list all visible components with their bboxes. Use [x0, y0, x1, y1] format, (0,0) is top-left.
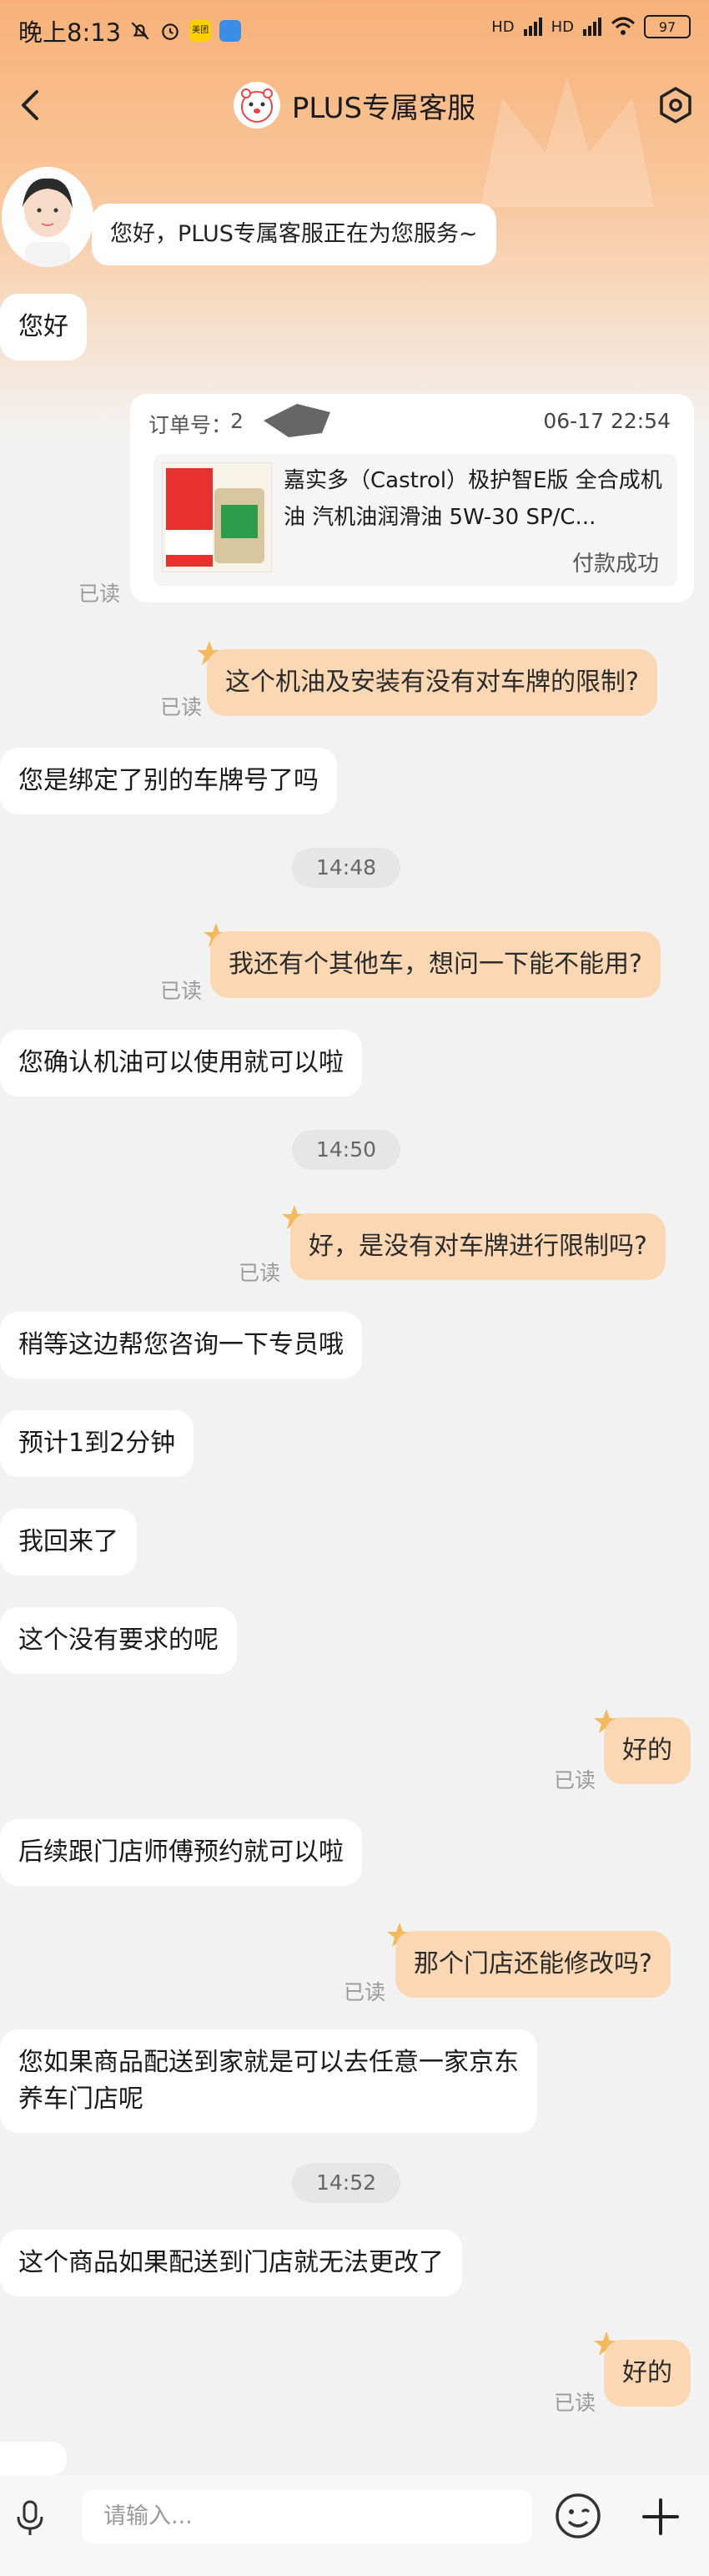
wifi-icon [611, 17, 636, 35]
read-receipt: 已读 [160, 979, 203, 1003]
message-left: 您好 [0, 294, 87, 360]
signal-2-label: HD [551, 18, 574, 36]
settings-icon[interactable] [654, 83, 697, 127]
signal-2-icon [583, 18, 601, 36]
message-left: 这个商品如果配送到门店就无法更改了 [0, 2230, 462, 2296]
read-receipt: 已读 [554, 2391, 596, 2415]
order-card[interactable]: 订单号： 2 06-17 22:54 嘉实多（Castrol）极护智E版 全合成… [130, 394, 694, 602]
message-line: 养车门店呢 [18, 2084, 143, 2114]
status-right: HD HD 97 [491, 15, 691, 38]
emoji-icon[interactable] [554, 2492, 602, 2540]
redaction-icon [264, 404, 330, 437]
message-line: 您如果商品配送到家就是可以去任意一家京东 [18, 2048, 519, 2077]
message-right: 好，是没有对车牌进行限制吗? [290, 1213, 666, 1280]
status-time: 晚上8:13 [18, 18, 122, 47]
signal-1-icon [523, 18, 542, 36]
status-bar: 晚上8:13 美团 HD HD 97 [0, 0, 709, 58]
timestamp: 14:52 [292, 2163, 400, 2203]
greeting-bubble: 您好，PLUS专属客服正在为您服务~ [92, 204, 496, 265]
timestamp: 14:50 [292, 1130, 400, 1170]
message-left: 您如果商品配送到家就是可以去任意一家京东 养车门店呢 [0, 2029, 537, 2133]
message-left: 后续跟门店师傅预约就可以啦 [0, 1819, 362, 1886]
message-left: 稍等这边帮您咨询一下专员哦 [0, 1312, 362, 1379]
input-bar: 请输入... [0, 2475, 709, 2576]
partial-message [0, 2442, 67, 2475]
battery-icon: 97 [644, 15, 691, 38]
message-left: 您是绑定了别的车牌号了吗 [0, 748, 337, 814]
order-date: 06-17 22:54 [543, 409, 671, 433]
message-right: 好的 [604, 2340, 691, 2407]
notification-off-icon [131, 22, 149, 40]
app-badge-icon [219, 20, 242, 42]
message-input[interactable]: 请输入... [82, 2490, 532, 2543]
product-name: 嘉实多（Castrol）极护智E版 全合成机油 汽机油润滑油 5W-30 SP/… [284, 468, 662, 530]
message-left: 这个没有要求的呢 [0, 1607, 237, 1674]
message-left: 预计1到2分钟 [0, 1410, 194, 1477]
service-mascot-icon [233, 82, 280, 129]
read-receipt: 已读 [344, 1980, 386, 2004]
order-number: 2 [230, 409, 244, 433]
message-right: 那个门店还能修改吗? [395, 1931, 671, 1998]
order-number-label: 订单号： [148, 413, 233, 437]
message-right: 我还有个其他车，想问一下能不能用? [210, 931, 661, 998]
timestamp: 14:48 [292, 848, 400, 888]
message-right: 好的 [604, 1717, 691, 1784]
chat-header: PLUS专属客服 [0, 73, 709, 137]
read-receipt: 已读 [554, 1768, 596, 1792]
read-receipt: 已读 [239, 1261, 281, 1285]
message-left: 我回来了 [0, 1509, 137, 1575]
order-product[interactable]: 嘉实多（Castrol）极护智E版 全合成机油 汽机油润滑油 5W-30 SP/… [153, 454, 677, 586]
add-icon[interactable] [636, 2492, 686, 2542]
microphone-icon[interactable] [7, 2493, 53, 2540]
read-receipt: 已读 [160, 695, 203, 719]
status-left: 晚上8:13 美团 [18, 13, 242, 48]
message-left: 您确认机油可以使用就可以啦 [0, 1030, 362, 1096]
page-title: PLUS专属客服 [291, 91, 476, 125]
signal-1-label: HD [491, 18, 515, 36]
alarm-icon [162, 23, 179, 40]
agent-avatar [2, 167, 93, 267]
message-right: 这个机油及安装有没有对车牌的限制? [207, 649, 657, 716]
read-receipt: 已读 [78, 582, 121, 606]
meituan-icon: 美团 [189, 20, 212, 42]
product-image [162, 462, 272, 572]
header-title-group: PLUS专属客服 [0, 82, 709, 129]
order-status: 付款成功 [571, 552, 659, 577]
chat-screen: 晚上8:13 美团 HD HD 97 PLUS专属客服 您好，PLUS专属客服正 [0, 0, 709, 2576]
